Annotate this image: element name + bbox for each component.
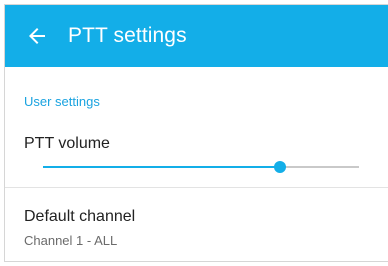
default-channel-setting[interactable]: Default channel Channel 1 - ALL	[5, 188, 388, 261]
slider-thumb[interactable]	[274, 161, 286, 173]
app-bar: PTT settings	[5, 5, 388, 67]
section-header-user-settings: User settings	[24, 94, 100, 109]
ptt-volume-slider[interactable]	[43, 156, 359, 178]
page-title: PTT settings	[68, 24, 187, 47]
settings-screen: PTT settings User settings PTT volume De…	[4, 4, 388, 262]
default-channel-label: Default channel	[24, 208, 136, 225]
arrow-left-icon	[29, 28, 45, 44]
back-button[interactable]	[25, 24, 49, 48]
ptt-volume-label: PTT volume	[24, 135, 110, 152]
default-channel-value: Channel 1 - ALL	[24, 233, 118, 248]
slider-fill	[43, 166, 280, 168]
